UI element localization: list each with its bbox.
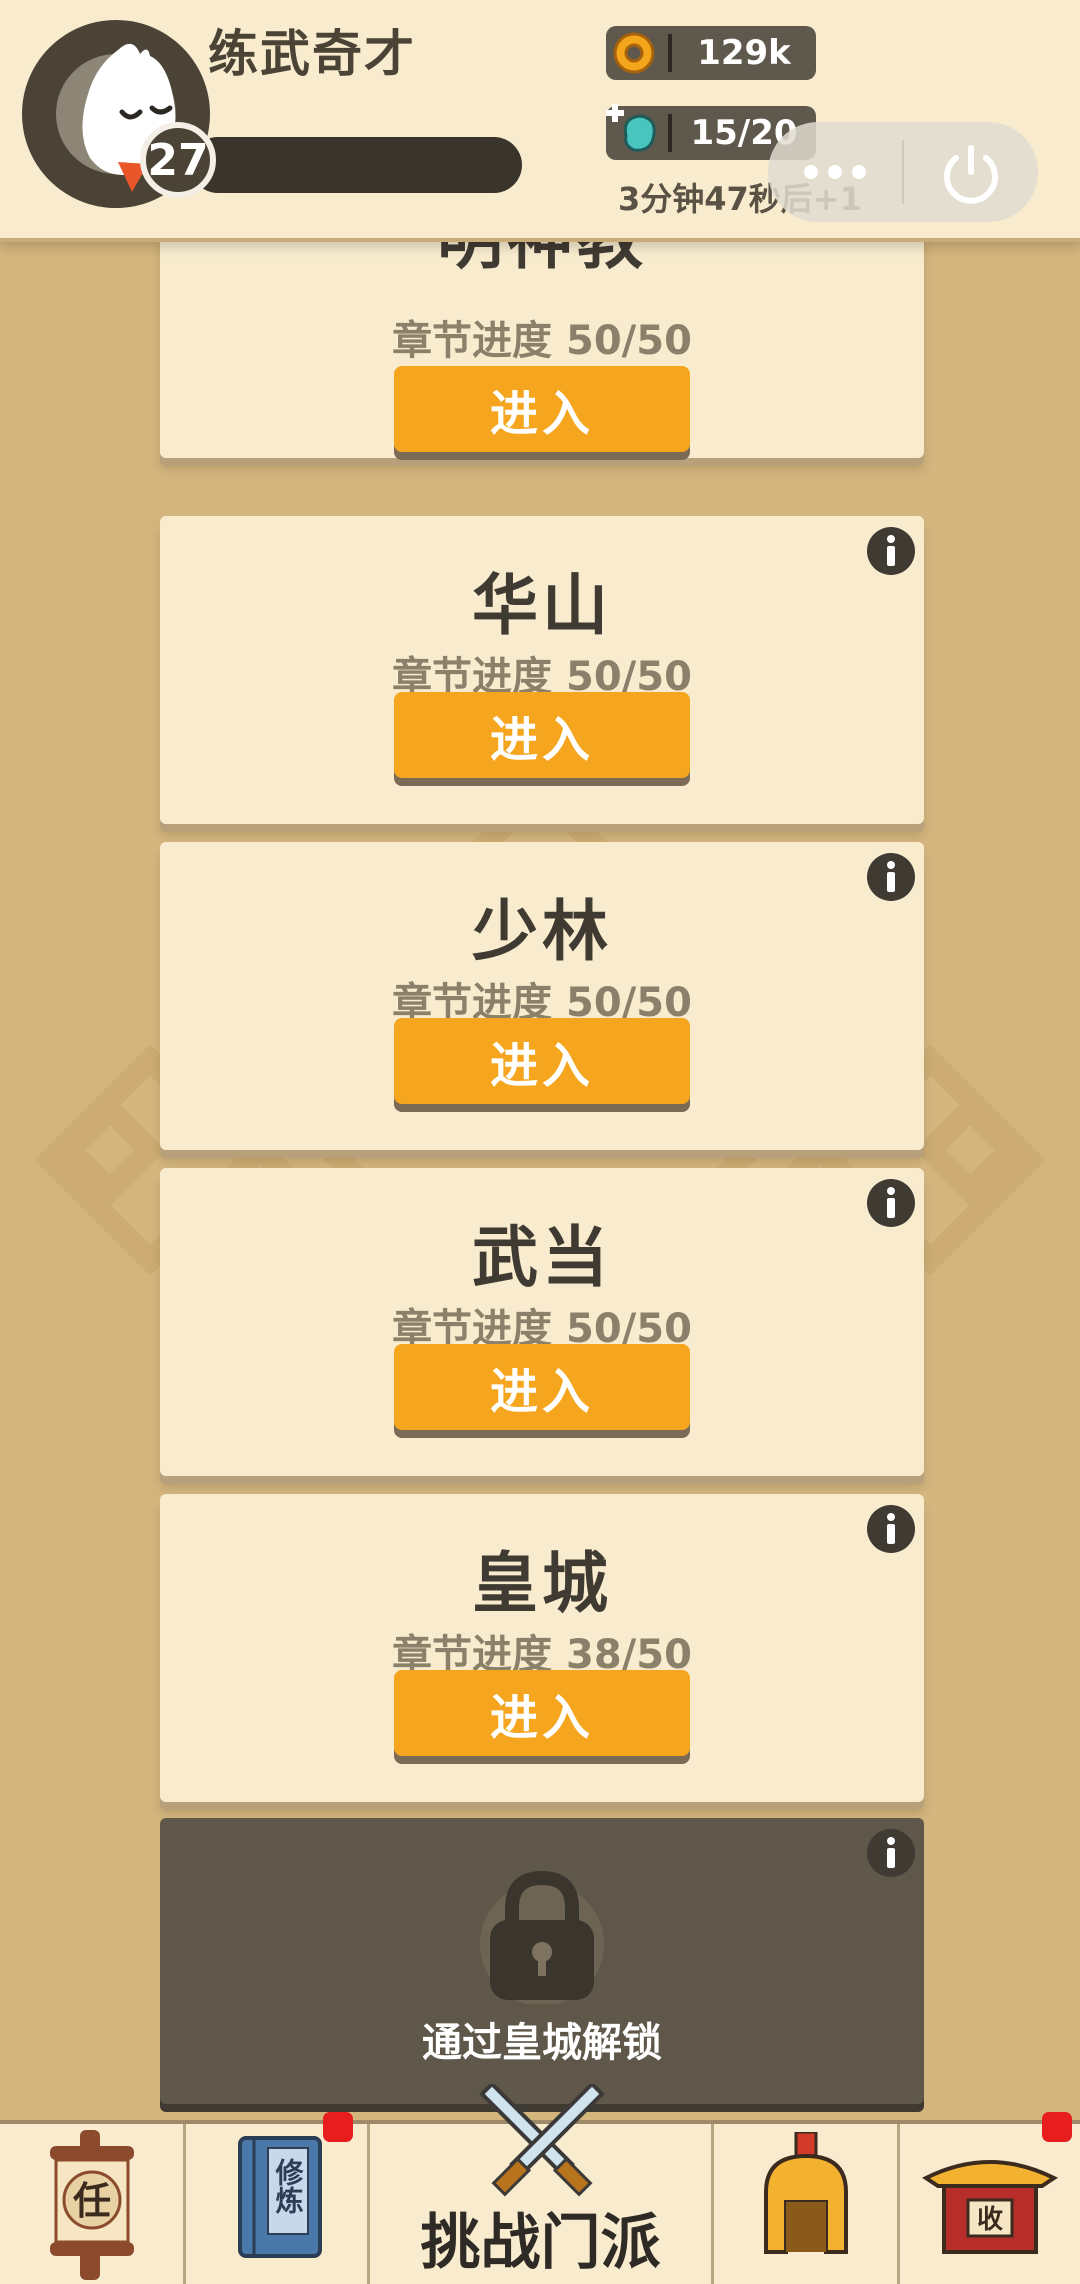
challenge-sect-label: 挑战门派: [420, 2208, 661, 2278]
more-menu-button[interactable]: [768, 122, 902, 222]
sect-card-huangcheng: 皇城 章节进度 38/50 进入: [160, 1494, 924, 1802]
sect-title: 华山: [472, 567, 612, 644]
nav-equipment[interactable]: [714, 2124, 900, 2284]
coin-value: 129k: [697, 33, 791, 73]
nav-quest[interactable]: 任: [0, 2124, 186, 2284]
coin-counter[interactable]: 129k: [606, 26, 816, 80]
bottom-navigation: 任 修炼 挑战门派 收: [0, 2084, 1080, 2284]
helmet-icon: [764, 2132, 848, 2254]
notification-dot: [323, 2112, 353, 2142]
top-header: 27 练武奇才 129k 15/20 3分钟47秒后+1: [0, 0, 1080, 242]
enter-button[interactable]: 进入: [394, 1018, 690, 1104]
chapter-progress: 章节进度 50/50: [392, 318, 692, 364]
stamina-icon: [606, 104, 656, 152]
sect-title: 武当: [472, 1219, 612, 1296]
pavilion-shop-icon: 收: [922, 2160, 1058, 2254]
sect-card-huashan: 华山 章节进度 50/50 进入: [160, 516, 924, 824]
nav-challenge-sect[interactable]: 挑战门派: [370, 2084, 714, 2284]
sect-card-wudang: 武当 章节进度 50/50 进入: [160, 1168, 924, 1476]
book-train-icon: 修炼: [238, 2136, 322, 2258]
info-icon[interactable]: [866, 1828, 916, 1878]
sect-title: 皇城: [472, 1545, 612, 1622]
scroll-quest-icon: 任: [50, 2130, 134, 2280]
quest-glyph: 任: [73, 2179, 111, 2223]
enter-button[interactable]: 进入: [394, 366, 690, 452]
enter-button[interactable]: 进入: [394, 1670, 690, 1756]
unlock-hint: 通过皇城解锁: [422, 2020, 662, 2066]
more-dots-icon: [804, 165, 866, 179]
sect-title: 少林: [472, 893, 612, 970]
train-glyph: 修炼: [272, 2158, 305, 2215]
experience-bar: [190, 137, 522, 193]
nav-train[interactable]: 修炼: [186, 2112, 370, 2284]
enter-button[interactable]: 进入: [394, 692, 690, 778]
locked-sect-card[interactable]: 通过皇城解锁: [160, 1818, 924, 2104]
mini-program-capsule: [768, 122, 1038, 222]
enter-button[interactable]: 进入: [394, 1344, 690, 1430]
coin-icon: [613, 32, 655, 74]
shop-glyph: 收: [977, 2205, 1003, 2235]
close-app-button[interactable]: [904, 122, 1038, 222]
level-badge: 27: [140, 122, 216, 198]
player-name: 练武奇才: [208, 25, 416, 83]
power-icon: [944, 145, 998, 204]
sect-card-shaolin: 少林 章节进度 50/50 进入: [160, 842, 924, 1150]
notification-dot: [1042, 2112, 1072, 2142]
nav-shop[interactable]: 收: [900, 2112, 1080, 2284]
lock-icon: [480, 1870, 604, 2004]
crossed-swords-icon: [479, 2084, 605, 2197]
